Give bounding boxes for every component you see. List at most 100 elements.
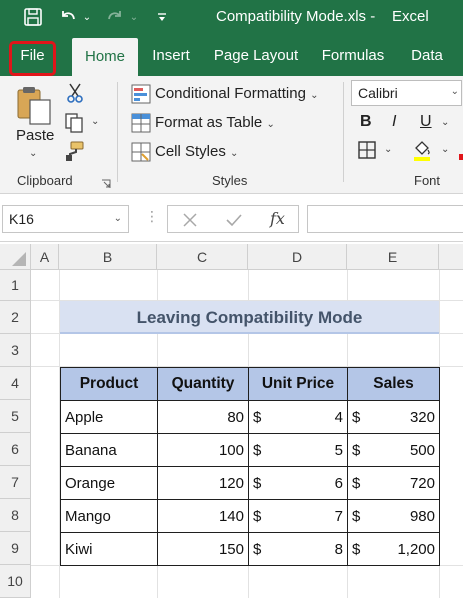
table-row: Orange 120 $6 $720 [60, 466, 440, 500]
font-group-label: Font [414, 173, 441, 188]
header-sales[interactable]: Sales [347, 367, 440, 401]
tab-home[interactable]: Home [72, 38, 138, 76]
cell-unit-price[interactable]: $8 [248, 532, 348, 566]
cell-sales[interactable]: $320 [347, 400, 440, 434]
currency-symbol: $ [352, 540, 361, 558]
row-header-10[interactable]: 10 [0, 565, 31, 598]
cell-sales[interactable]: $720 [347, 466, 440, 500]
fill-color-icon[interactable] [411, 138, 433, 162]
clipboard-group-label: Clipboard [17, 173, 73, 188]
row-header-7[interactable]: 7 [0, 466, 31, 499]
cut-icon[interactable] [64, 82, 86, 104]
formula-controls: fx [167, 205, 299, 233]
fill-color-dropdown-icon[interactable]: ⌄ [441, 144, 449, 155]
format-painter-icon[interactable] [63, 140, 85, 162]
unit-price-value: 7 [334, 507, 343, 525]
cell-sales[interactable]: $980 [347, 499, 440, 533]
borders-dropdown-icon[interactable]: ⌄ [384, 144, 392, 155]
header-product[interactable]: Product [60, 367, 158, 401]
conditional-formatting-icon[interactable] [131, 84, 151, 104]
row-header-5[interactable]: 5 [0, 400, 31, 433]
unit-price-value: 4 [334, 408, 343, 426]
format-as-table-button[interactable]: Format as Table ⌄ [155, 114, 275, 131]
row-header-2[interactable]: 2 [0, 301, 31, 334]
cell-quantity[interactable]: 140 [157, 499, 249, 533]
cell-sales[interactable]: $1,200 [347, 532, 440, 566]
table-row: Apple 80 $4 $320 [60, 400, 440, 434]
font-color-swatch[interactable] [459, 154, 463, 160]
font-name-dropdown-icon[interactable]: ⌄ [451, 86, 459, 97]
header-quantity[interactable]: Quantity [157, 367, 249, 401]
row-header-9[interactable]: 9 [0, 532, 31, 565]
select-all-corner[interactable] [0, 244, 31, 270]
cell-product[interactable]: Kiwi [60, 532, 158, 566]
conditional-formatting-button[interactable]: Conditional Formatting ⌄ [155, 85, 318, 102]
row-header-4[interactable]: 4 [0, 367, 31, 400]
column-header-c[interactable]: C [157, 244, 248, 270]
column-header-b[interactable]: B [59, 244, 157, 270]
copy-dropdown-icon[interactable]: ⌄ [91, 116, 99, 127]
copy-icon[interactable] [63, 112, 85, 134]
table-header-row: Product Quantity Unit Price Sales [60, 367, 440, 401]
cell-unit-price[interactable]: $4 [248, 400, 348, 434]
row-header-3[interactable]: 3 [0, 334, 31, 367]
formula-bar-grip-icon[interactable]: ⋮ [145, 208, 159, 225]
header-unit-price[interactable]: Unit Price [248, 367, 348, 401]
tab-formulas[interactable]: Formulas [312, 36, 394, 76]
ribbon: Paste ⌄ ⌄ Clipboard Conditional Formatti… [0, 76, 463, 194]
paste-icon[interactable] [14, 84, 54, 125]
cell-styles-icon[interactable] [131, 142, 151, 162]
worksheet-grid[interactable]: A B C D E 1 2 3 4 5 6 7 8 9 10 Leaving C… [0, 244, 463, 598]
cell-quantity[interactable]: 100 [157, 433, 249, 467]
save-icon[interactable] [20, 3, 46, 31]
currency-symbol: $ [352, 507, 361, 525]
row-header-6[interactable]: 6 [0, 433, 31, 466]
paste-dropdown-icon[interactable]: ⌄ [29, 148, 37, 159]
undo-icon[interactable] [56, 3, 80, 31]
cell-product[interactable]: Banana [60, 433, 158, 467]
cell-quantity[interactable]: 120 [157, 466, 249, 500]
insert-function-button[interactable]: fx [270, 209, 285, 228]
unit-price-value: 8 [334, 540, 343, 558]
column-header-f[interactable] [439, 244, 463, 270]
bold-button[interactable]: B [360, 113, 372, 131]
paste-label[interactable]: Paste [16, 127, 54, 144]
underline-button[interactable]: U [420, 113, 432, 131]
column-header-e[interactable]: E [347, 244, 439, 270]
sheet-title-cell[interactable]: Leaving Compatibility Mode [60, 301, 439, 334]
tab-insert[interactable]: Insert [142, 36, 200, 76]
confirm-entry-icon[interactable] [225, 212, 243, 233]
styles-group-label: Styles [212, 173, 248, 188]
borders-icon[interactable] [357, 140, 377, 160]
cell-quantity[interactable]: 150 [157, 532, 249, 566]
tab-page-layout[interactable]: Page Layout [207, 36, 305, 76]
customize-quick-access-icon[interactable] [152, 3, 172, 31]
document-title: Compatibility Mode.xls - [216, 8, 376, 25]
cell-unit-price[interactable]: $7 [248, 499, 348, 533]
cell-product[interactable]: Mango [60, 499, 158, 533]
name-box[interactable]: K16 ⌄ [2, 205, 129, 233]
cell-product[interactable]: Apple [60, 400, 158, 434]
cell-unit-price[interactable]: $5 [248, 433, 348, 467]
row-header-8[interactable]: 8 [0, 499, 31, 532]
cell-product[interactable]: Orange [60, 466, 158, 500]
format-as-table-icon[interactable] [131, 113, 151, 133]
cell-quantity[interactable]: 80 [157, 400, 249, 434]
undo-dropdown-icon[interactable]: ⌄ [81, 3, 93, 31]
underline-dropdown-icon[interactable]: ⌄ [441, 117, 449, 128]
title-bar: ⌄ ⌄ Compatibility Mode.xls - Excel [0, 0, 463, 36]
column-header-a[interactable]: A [31, 244, 59, 270]
clipboard-dialog-launcher-icon[interactable] [101, 176, 111, 194]
formula-input[interactable] [307, 205, 463, 233]
font-name-select[interactable]: Calibri ⌄ [351, 80, 462, 106]
column-header-d[interactable]: D [248, 244, 347, 270]
cell-styles-button[interactable]: Cell Styles ⌄ [155, 143, 238, 160]
cell-sales[interactable]: $500 [347, 433, 440, 467]
cancel-entry-icon[interactable] [182, 212, 198, 233]
cell-unit-price[interactable]: $6 [248, 466, 348, 500]
name-box-dropdown-icon[interactable]: ⌄ [114, 213, 122, 224]
tab-data[interactable]: Data [401, 36, 453, 76]
currency-symbol: $ [253, 441, 262, 459]
italic-button[interactable]: I [392, 113, 396, 131]
row-header-1[interactable]: 1 [0, 270, 31, 301]
